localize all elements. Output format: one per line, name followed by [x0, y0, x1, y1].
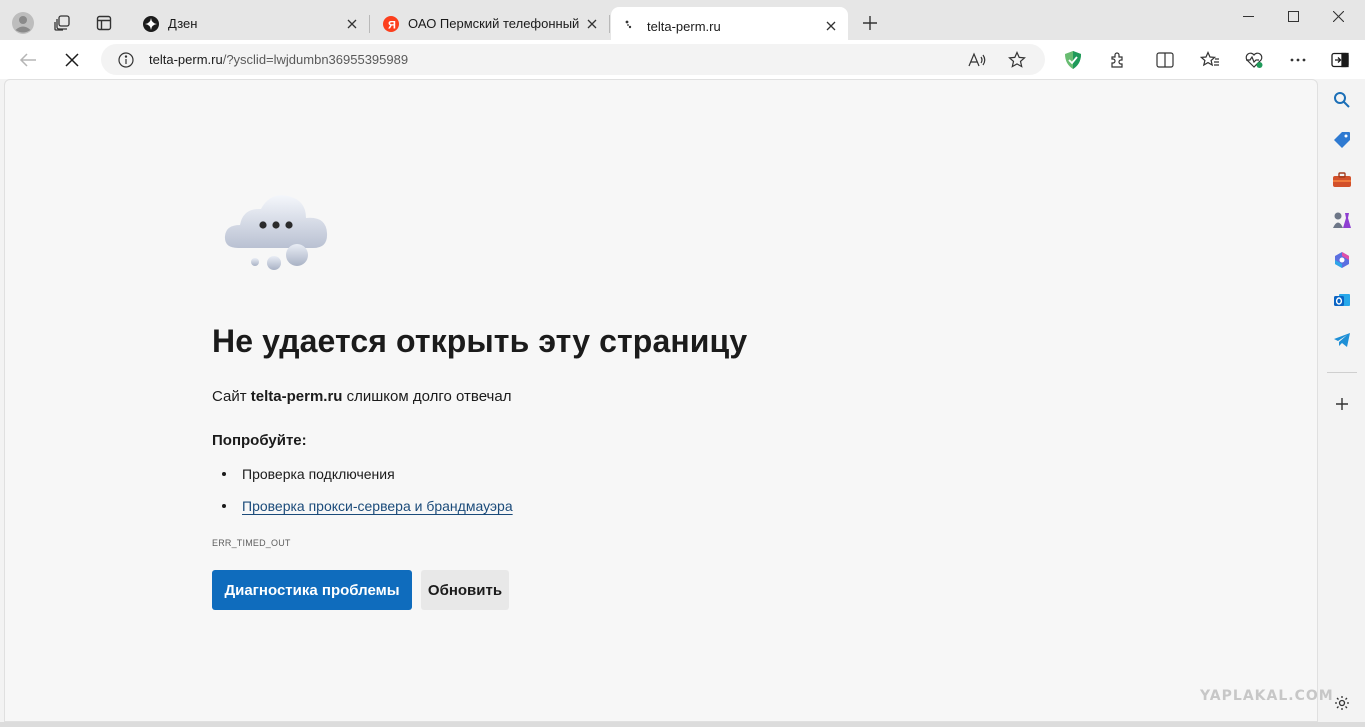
yandex-icon: Я: [382, 15, 400, 33]
try-label: Попробуйте:: [212, 432, 307, 449]
message-suffix: слишком долго отвечал: [342, 388, 512, 405]
cloud-error-icon: [218, 188, 334, 279]
address-toolbar: telta-perm.ru/?ysclid=lwjdumbn3695539598…: [0, 40, 1365, 79]
favorites-icon[interactable]: [1194, 44, 1226, 76]
site-info-icon[interactable]: [116, 50, 136, 70]
error-message: Сайт telta-perm.ru слишком долго отвечал: [212, 388, 511, 405]
watermark: YAPLAKAL.COM: [1200, 688, 1334, 704]
message-host: telta-perm.ru: [250, 388, 343, 405]
telegram-icon[interactable]: [1326, 324, 1358, 356]
dzen-icon: [142, 15, 160, 33]
profile-icon[interactable]: [8, 8, 38, 38]
address-bar[interactable]: telta-perm.ru/?ysclid=lwjdumbn3695539598…: [101, 44, 1045, 75]
outlook-icon[interactable]: [1326, 284, 1358, 316]
suggestion-item: Проверка прокси-сервера и брандмауэра: [222, 498, 513, 514]
close-icon[interactable]: [341, 13, 363, 35]
workspaces-icon[interactable]: [47, 8, 77, 38]
new-tab-icon[interactable]: [855, 8, 885, 38]
split-screen-icon[interactable]: [1149, 44, 1181, 76]
suggestion-check-connection: Проверка подключения: [242, 466, 395, 482]
back-icon[interactable]: [12, 44, 44, 76]
browser-window: Дзен Я ОАО Пермский телефонный за telta-…: [0, 0, 1365, 727]
error-code: ERR_TIMED_OUT: [212, 538, 291, 548]
page-content: [4, 79, 1318, 722]
games-icon[interactable]: [1326, 204, 1358, 236]
loading-icon: [621, 17, 639, 35]
more-options-icon[interactable]: [1282, 44, 1314, 76]
bullet: [222, 504, 226, 508]
message-prefix: Сайт: [212, 388, 251, 405]
tools-icon[interactable]: [1326, 164, 1358, 196]
tab-actions-icon[interactable]: [89, 8, 119, 38]
add-icon[interactable]: [1326, 388, 1358, 420]
bottom-edge: [0, 722, 1365, 727]
tab-ptt[interactable]: Я ОАО Пермский телефонный за: [372, 7, 610, 40]
url-host: telta-perm.ru: [149, 52, 223, 67]
browser-essentials-icon[interactable]: [1238, 44, 1270, 76]
tab-strip: Дзен Я ОАО Пермский телефонный за telta-…: [0, 0, 1365, 45]
url-path: /?ysclid=lwjdumbn36955395989: [222, 52, 409, 67]
tab-title: telta-perm.ru: [647, 18, 721, 34]
shopping-tag-icon[interactable]: [1326, 124, 1358, 156]
search-icon[interactable]: [1326, 84, 1358, 116]
window-close-icon[interactable]: [1315, 0, 1361, 32]
microsoft365-icon[interactable]: [1326, 244, 1358, 276]
close-icon[interactable]: [581, 13, 603, 35]
suggestion-proxy-firewall-link[interactable]: Проверка прокси-сервера и брандмауэра: [242, 498, 513, 514]
favorite-star-icon[interactable]: [1005, 48, 1029, 72]
svg-text:Я: Я: [388, 19, 396, 31]
reload-button[interactable]: Обновить: [421, 570, 509, 610]
suggestion-item: Проверка подключения: [222, 466, 395, 482]
adguard-extension-icon[interactable]: [1057, 44, 1089, 76]
stop-loading-icon[interactable]: [56, 44, 88, 76]
extensions-icon[interactable]: [1102, 44, 1134, 76]
sidebar-divider: [1327, 372, 1357, 373]
diagnose-button[interactable]: Диагностика проблемы: [212, 570, 412, 610]
url-text[interactable]: telta-perm.ru/?ysclid=lwjdumbn3695539598…: [149, 52, 408, 67]
maximize-icon[interactable]: [1270, 0, 1316, 32]
tab-title: Дзен: [168, 16, 198, 31]
bullet: [222, 472, 226, 476]
close-icon[interactable]: [820, 15, 842, 37]
tab-title: ОАО Пермский телефонный за: [408, 16, 581, 31]
read-aloud-icon[interactable]: [965, 48, 989, 72]
tab-dzen[interactable]: Дзен: [132, 7, 370, 40]
edge-sidebar: [1319, 79, 1365, 727]
minimize-icon[interactable]: [1225, 0, 1271, 32]
error-heading: Не удается открыть эту страницу: [212, 323, 748, 359]
sidebar-toggle-icon[interactable]: [1324, 44, 1356, 76]
